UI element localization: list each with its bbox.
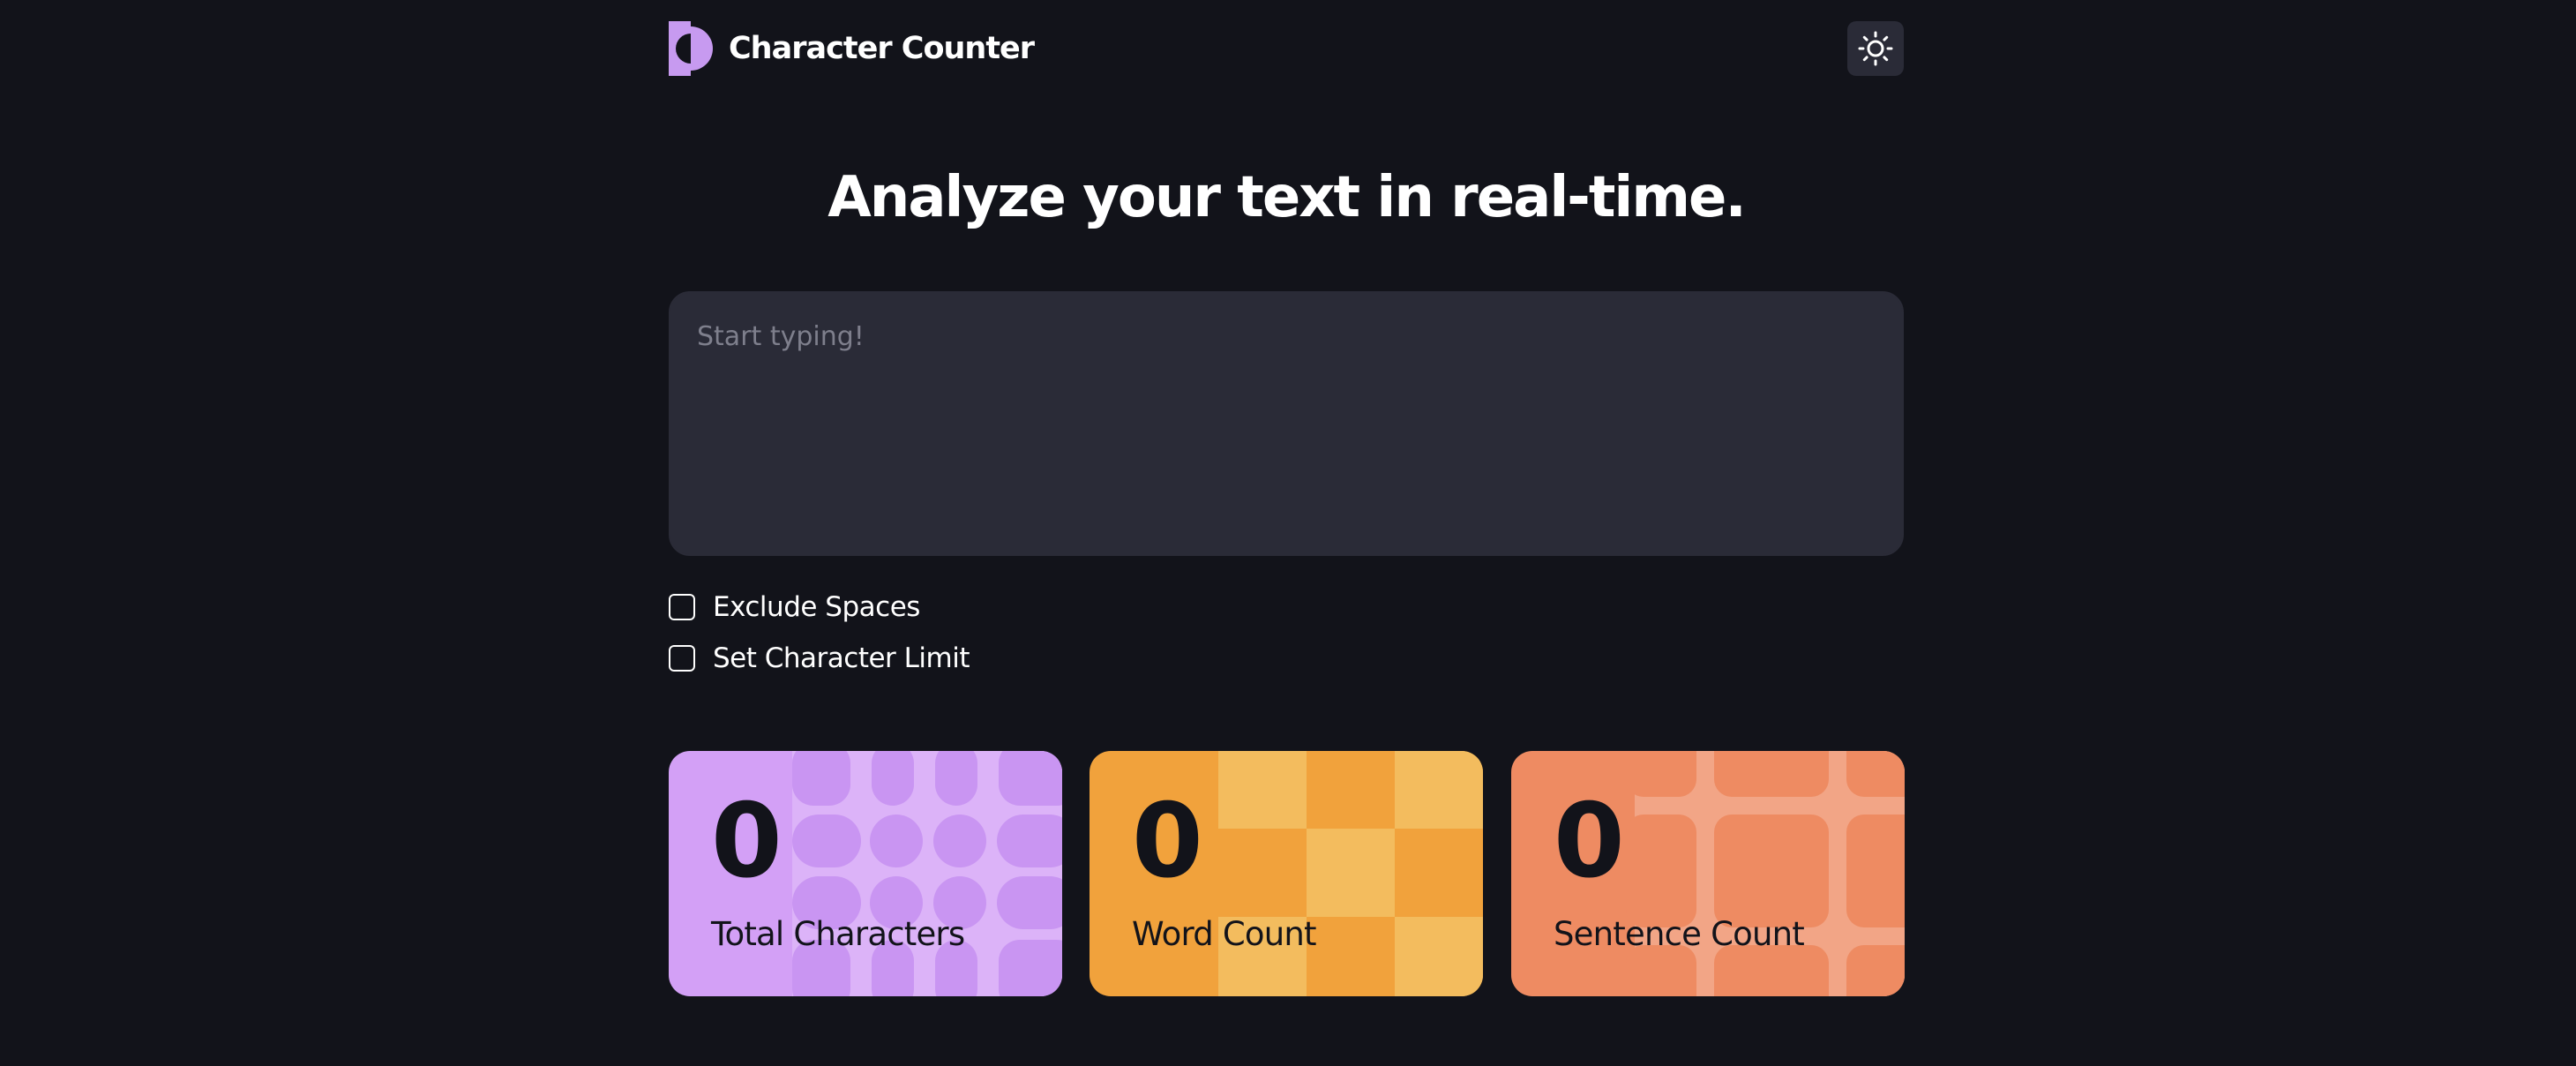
app-logo[interactable]: Character Counter bbox=[669, 21, 1035, 76]
app-header: Character Counter bbox=[669, 21, 1904, 78]
page-container: Character Counter Analyze your text in r… bbox=[669, 0, 1905, 1066]
word-count-card: 0 Word Count bbox=[1090, 751, 1483, 996]
total-characters-value: 0 bbox=[711, 782, 783, 901]
character-limit-checkbox[interactable] bbox=[669, 645, 695, 672]
sentence-count-value: 0 bbox=[1554, 782, 1625, 901]
character-limit-option[interactable]: Set Character Limit bbox=[669, 641, 970, 676]
page-headline: Analyze your text in real-time. bbox=[827, 165, 1747, 230]
sentence-count-label: Sentence Count bbox=[1554, 915, 1805, 953]
total-characters-card: 0 Total Characters bbox=[669, 751, 1062, 996]
theme-toggle-button[interactable] bbox=[1847, 21, 1904, 76]
text-input[interactable] bbox=[669, 291, 1904, 556]
word-count-value: 0 bbox=[1132, 782, 1203, 901]
character-limit-label: Set Character Limit bbox=[713, 642, 970, 674]
options-group: Exclude Spaces Set Character Limit bbox=[669, 589, 970, 692]
exclude-spaces-checkbox[interactable] bbox=[669, 594, 695, 620]
half-moon-logo-icon bbox=[669, 21, 713, 76]
sun-icon bbox=[1858, 31, 1893, 66]
exclude-spaces-label: Exclude Spaces bbox=[713, 591, 920, 623]
app-title: Character Counter bbox=[729, 31, 1035, 66]
sentence-count-card: 0 Sentence Count bbox=[1511, 751, 1905, 996]
word-count-label: Word Count bbox=[1132, 915, 1317, 953]
exclude-spaces-option[interactable]: Exclude Spaces bbox=[669, 589, 970, 625]
total-characters-label: Total Characters bbox=[711, 915, 965, 953]
